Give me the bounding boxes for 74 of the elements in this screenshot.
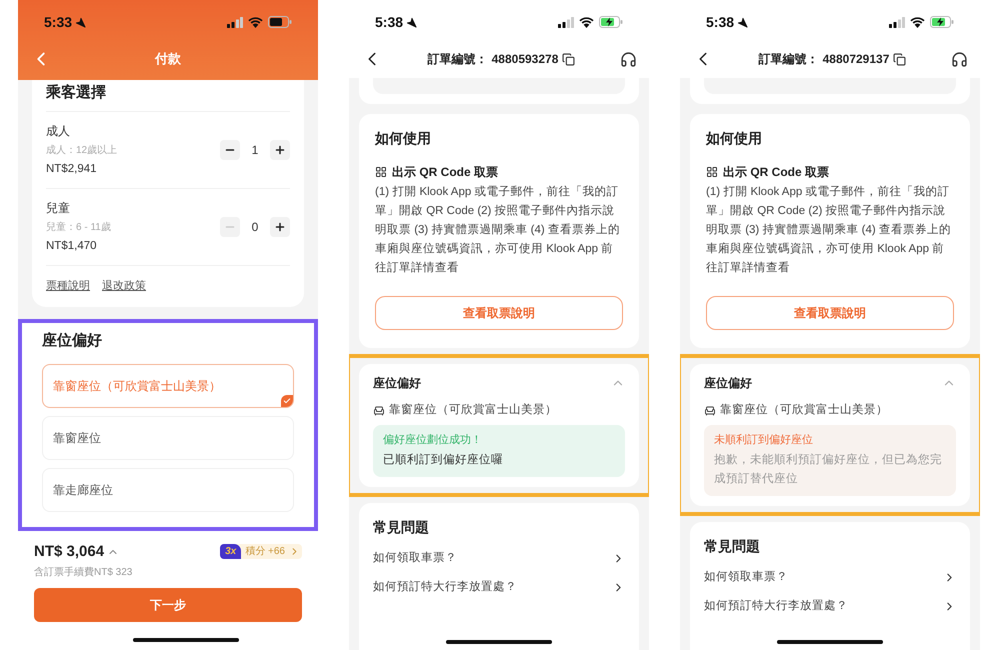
total-price: NT$ 3,064 [34, 542, 104, 562]
wifi-icon [910, 16, 925, 28]
faq-item[interactable]: 如何領取車票？ [373, 550, 625, 567]
fee-note: 含訂票手續費NT$ 323 [34, 566, 134, 580]
section-title: 常見問題 [704, 536, 761, 556]
passenger-note: 兒童：6 - 11歲 [46, 220, 111, 235]
wifi-icon [579, 16, 594, 28]
result-message: 抱歉，未能順利預訂偏好座位，但已為您完成預訂替代座位 [714, 452, 943, 487]
signal-icon [558, 16, 574, 28]
passenger-count: 1 [250, 142, 260, 159]
instructions-text: (1) 打開 Klook App 或電子郵件，前往「我的訂單」開啟 QR Code (2) 按照電子郵件內指示說明取票 (3) 持實體票過閘乘車 (4) 查看票券上的車廂與座位號碼資訊，亦可使用 Klook App 前往訂單詳情查看 [375, 184, 621, 276]
status-time: 5:38 [375, 12, 404, 32]
signal-icon [889, 16, 905, 28]
seat-icon [704, 404, 716, 417]
copy-button[interactable] [562, 52, 576, 66]
multiplier-badge: 3x [220, 544, 242, 560]
location-icon [737, 16, 748, 28]
result-title: 未順利訂到偏好座位 [714, 432, 814, 448]
section-title: 常見問題 [373, 518, 430, 537]
copy-icon [893, 52, 906, 66]
support-button[interactable] [620, 50, 637, 68]
passenger-price: NT$2,941 [46, 162, 98, 176]
points-text: 積分 +66 [244, 544, 286, 560]
passenger-type: 兒童 [46, 200, 71, 217]
policy-link[interactable]: 退改政策 [102, 278, 146, 294]
order-number: 4880729137 [822, 51, 890, 68]
section-title: 座位偏好 [42, 330, 103, 350]
location-icon [75, 16, 86, 28]
section-title: 座位偏好 [373, 375, 421, 392]
order-label: 訂單編號： [758, 51, 819, 68]
passenger-count: 0 [250, 218, 260, 236]
points-badge[interactable]: 3x 積分 +66 [220, 544, 302, 560]
section-title: 如何使用 [375, 129, 432, 148]
support-button[interactable] [951, 50, 968, 68]
copy-icon [562, 52, 576, 66]
passenger-note: 成人：12歲以上 [46, 144, 118, 158]
method-title: 出示 QR Code 取票 [723, 164, 830, 181]
plus-icon [274, 144, 286, 156]
result-message: 已順利訂到偏好座位囉 [383, 452, 504, 468]
faq-item[interactable]: 如何預訂特大行李放置處？ [373, 579, 625, 596]
location-icon [406, 16, 418, 28]
method-title: 出示 QR Code 取票 [392, 164, 498, 181]
page-title: 付款 [154, 50, 182, 68]
passenger-price: NT$1,470 [46, 238, 98, 254]
policy-link[interactable]: 票種說明 [46, 278, 90, 294]
seat-option[interactable]: 靠走廊座位 [42, 468, 294, 512]
seat-option[interactable]: 靠窗座位 [42, 416, 294, 460]
signal-icon [227, 16, 243, 28]
wifi-icon [248, 16, 263, 28]
plus-button[interactable] [270, 140, 290, 160]
seat-name: 靠窗座位（可欣賞富士山美景） [720, 402, 888, 418]
seat-icon [373, 404, 385, 417]
headset-icon [620, 50, 637, 68]
plus-icon [274, 220, 286, 233]
status-time: 5:33 [44, 12, 72, 32]
section-title: 如何使用 [706, 129, 763, 148]
faq-item[interactable]: 如何領取車票？ [704, 568, 956, 586]
qr-icon [375, 166, 387, 178]
plus-button[interactable] [270, 216, 290, 237]
faq-item[interactable]: 如何預訂特大行李放置處？ [704, 598, 956, 616]
passenger-type: 成人 [46, 122, 71, 140]
seat-name: 靠窗座位（可欣賞富士山美景） [389, 402, 557, 418]
copy-button[interactable] [893, 52, 906, 66]
result-title: 偏好座位劃位成功！ [383, 432, 483, 448]
check-icon [281, 395, 293, 407]
status-time: 5:38 [706, 12, 734, 32]
section-title: 座位偏好 [704, 375, 752, 392]
instructions-text: (1) 打開 Klook App 或電子郵件，前往「我的訂單」開啟 QR Code (2) 按照電子郵件內指示說明取票 (3) 持實體票過閘乘車 (4) 查看票券上的車廂與座位號碼資訊，亦可使用 Klook App 前往訂單詳情查看 [706, 184, 952, 276]
minus-button[interactable] [220, 140, 240, 160]
order-number: 4880593278 [492, 51, 558, 68]
section-title: 乘客選擇 [46, 83, 107, 103]
order-label: 訂單編號： [428, 51, 488, 68]
qr-icon [706, 166, 718, 178]
headset-icon [951, 50, 968, 68]
